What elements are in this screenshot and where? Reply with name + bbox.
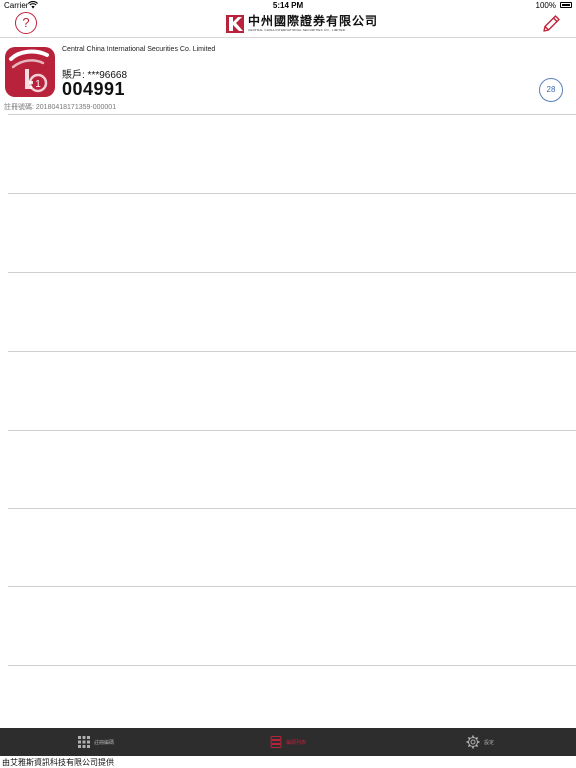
tab-code-list[interactable]: 編碼列表 xyxy=(192,728,384,756)
company-name: Central China International Securities C… xyxy=(62,46,216,53)
list-row[interactable] xyxy=(8,272,576,351)
list-row[interactable] xyxy=(8,351,576,430)
edit-pencil-icon[interactable] xyxy=(540,13,562,35)
logo-chinese-name: 中州國際證券有限公司 xyxy=(248,14,379,28)
clock: 5:14 PM xyxy=(272,1,304,10)
navigation-bar: ? 中州國際證券有限公司 CENTRAL CHINA INTERNATIONAL… xyxy=(0,11,576,38)
logo-english-name: CENTRAL CHINA INTERNATIONAL SECURITIES C… xyxy=(248,28,346,32)
tab-label: 註冊編碼 xyxy=(93,739,114,746)
help-button[interactable]: ? xyxy=(15,12,37,34)
footer-credit: 由艾雅斯資訊科技有限公司提供 xyxy=(2,758,114,767)
battery-percent: 100% xyxy=(535,1,556,10)
tab-bar: 註冊編碼 編碼列表 設定 xyxy=(0,728,576,756)
grid-icon xyxy=(77,736,90,748)
registration-number: 註冊號碼: 20180418171359-000001 xyxy=(4,104,117,111)
tab-settings[interactable]: 設定 xyxy=(384,728,576,756)
company-logo: 中州國際證券有限公司 CENTRAL CHINA INTERNATIONAL S… xyxy=(226,13,378,35)
svg-text:1: 1 xyxy=(35,79,41,90)
tab-register-code[interactable]: 註冊編碼 xyxy=(0,728,192,756)
otp-code: 004991 xyxy=(62,79,126,99)
token-card[interactable]: 1 Central China International Securities… xyxy=(0,38,576,114)
countdown-timer: 28 xyxy=(539,78,563,102)
stack-icon xyxy=(270,736,282,748)
list-row[interactable] xyxy=(8,508,576,587)
company-logo-mark xyxy=(226,15,244,33)
list-row[interactable] xyxy=(8,114,576,193)
list-row[interactable] xyxy=(8,430,576,509)
token-list xyxy=(0,114,576,728)
status-bar: Carrier 5:14 PM 100% xyxy=(0,0,576,11)
app-key-icon: 1 xyxy=(5,47,55,97)
tab-label: 設定 xyxy=(483,739,494,746)
list-row[interactable] xyxy=(8,193,576,272)
list-row[interactable] xyxy=(8,586,576,665)
gear-icon xyxy=(466,735,480,749)
tab-label: 編碼列表 xyxy=(285,739,306,746)
battery-icon xyxy=(560,2,572,8)
